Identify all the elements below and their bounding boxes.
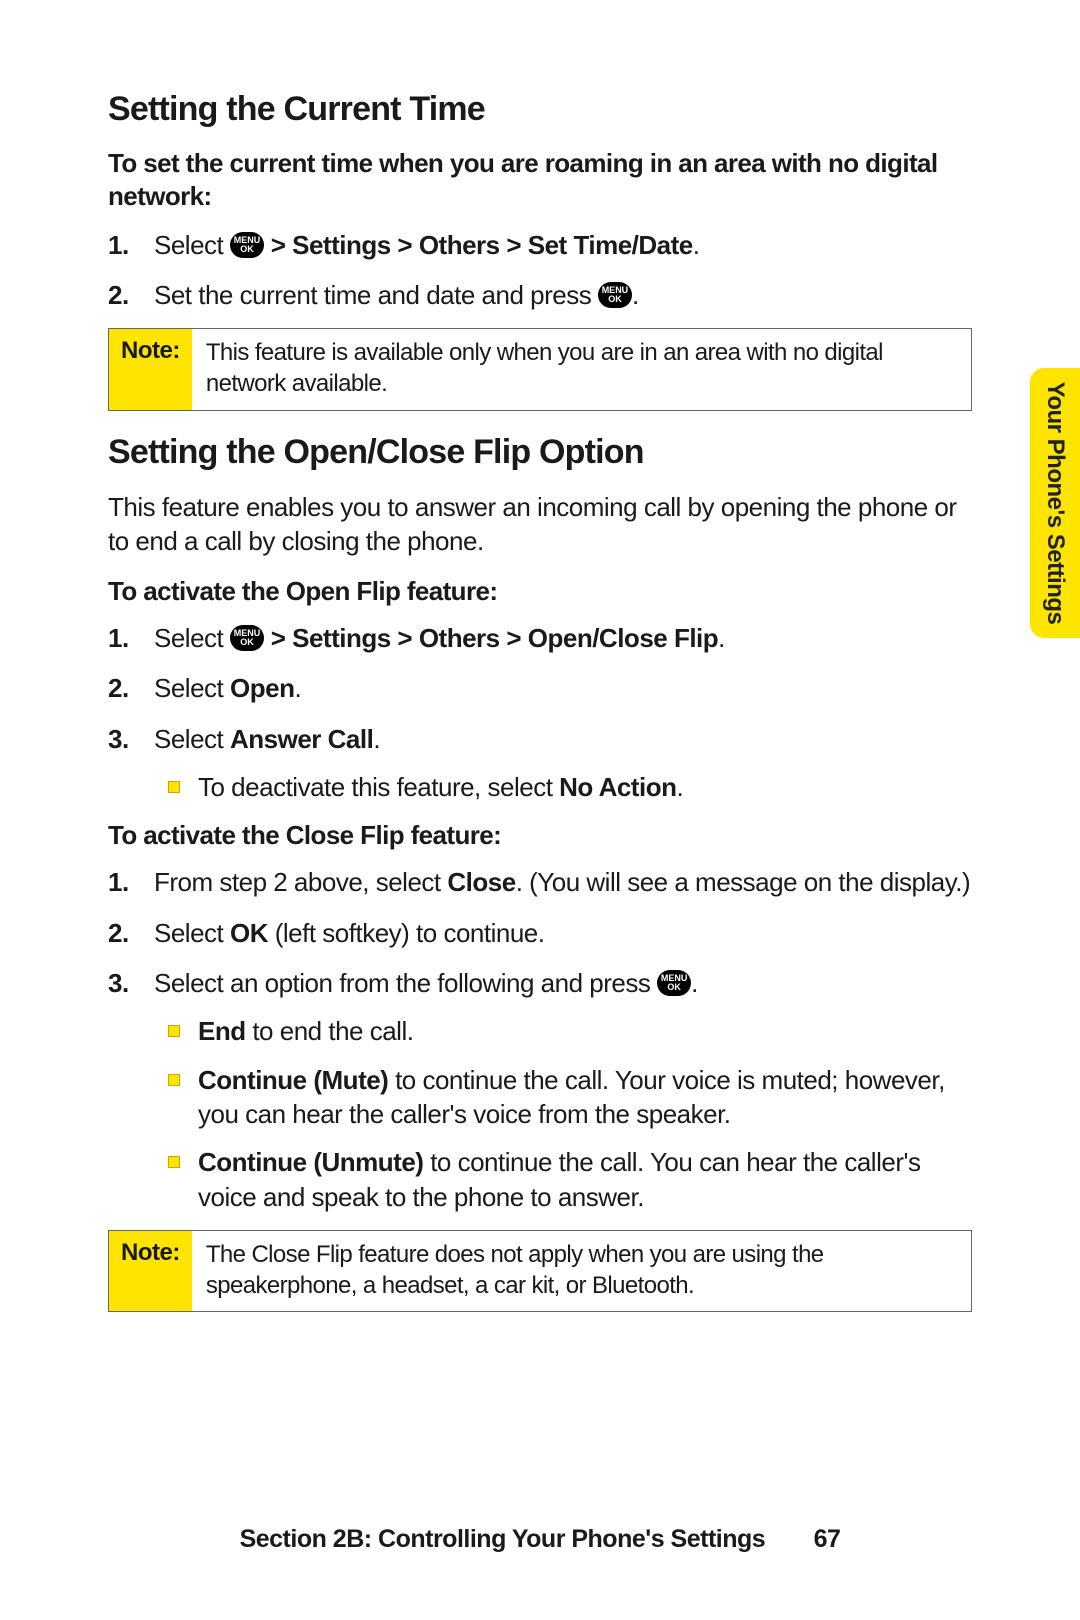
note-text-2: The Close Flip feature does not apply wh… (192, 1231, 971, 1311)
flip-description: This feature enables you to answer an in… (108, 490, 972, 559)
open-bullet-1: To deactivate this feature, select No Ac… (198, 770, 972, 804)
page-content: Setting the Current Time To set the curr… (0, 0, 1080, 1312)
step-1-prefix: Select (154, 230, 230, 260)
note-label: Note: (109, 329, 192, 409)
steps-close-flip: 1. From step 2 above, select Close. (You… (108, 865, 972, 1214)
note-text-1: This feature is available only when you … (192, 329, 971, 409)
note-box-2: Note: The Close Flip feature does not ap… (108, 1230, 972, 1312)
close-bullet-end: End to end the call. (198, 1014, 972, 1048)
close-bullet-list: End to end the call. Continue (Mute) to … (154, 1014, 972, 1214)
heading-open-close-flip: Setting the Open/Close Flip Option (108, 433, 972, 472)
steps-set-time: 1. Select > Settings > Others > Set Time… (108, 228, 972, 313)
close-step-2: 2. Select OK (left softkey) to continue. (154, 916, 972, 950)
menu-ok-icon (230, 625, 264, 651)
close-step-3: 3. Select an option from the following a… (154, 966, 972, 1214)
heading-setting-current-time: Setting the Current Time (108, 90, 972, 129)
open-step-3: 3. Select Answer Call. To deactivate thi… (154, 722, 972, 805)
step-2-text: Set the current time and date and press (154, 280, 598, 310)
close-bullet-mute: Continue (Mute) to continue the call. Yo… (198, 1063, 972, 1132)
note-label: Note: (109, 1231, 192, 1311)
step-1-path: > Settings > Others > Set Time/Date (264, 230, 693, 260)
sub-close-flip: To activate the Close Flip feature: (108, 820, 972, 851)
open-bullet-list: To deactivate this feature, select No Ac… (154, 770, 972, 804)
page-footer: Section 2B: Controlling Your Phone's Set… (0, 1525, 1080, 1554)
menu-ok-icon (657, 970, 691, 996)
intro-roaming: To set the current time when you are roa… (108, 147, 972, 214)
open-step-2: 2. Select Open. (154, 671, 972, 705)
steps-open-flip: 1. Select > Settings > Others > Open/Clo… (108, 621, 972, 804)
close-bullet-unmute: Continue (Unmute) to continue the call. … (198, 1145, 972, 1214)
page-number: 67 (814, 1525, 841, 1553)
close-step-1: 1. From step 2 above, select Close. (You… (154, 865, 972, 899)
menu-ok-icon (598, 282, 632, 308)
footer-section-title: Section 2B: Controlling Your Phone's Set… (240, 1525, 766, 1553)
step-2: 2. Set the current time and date and pre… (154, 278, 972, 312)
sub-open-flip: To activate the Open Flip feature: (108, 576, 972, 607)
note-box-1: Note: This feature is available only whe… (108, 328, 972, 410)
step-1: 1. Select > Settings > Others > Set Time… (154, 228, 972, 262)
menu-ok-icon (230, 232, 264, 258)
open-step-1: 1. Select > Settings > Others > Open/Clo… (154, 621, 972, 655)
